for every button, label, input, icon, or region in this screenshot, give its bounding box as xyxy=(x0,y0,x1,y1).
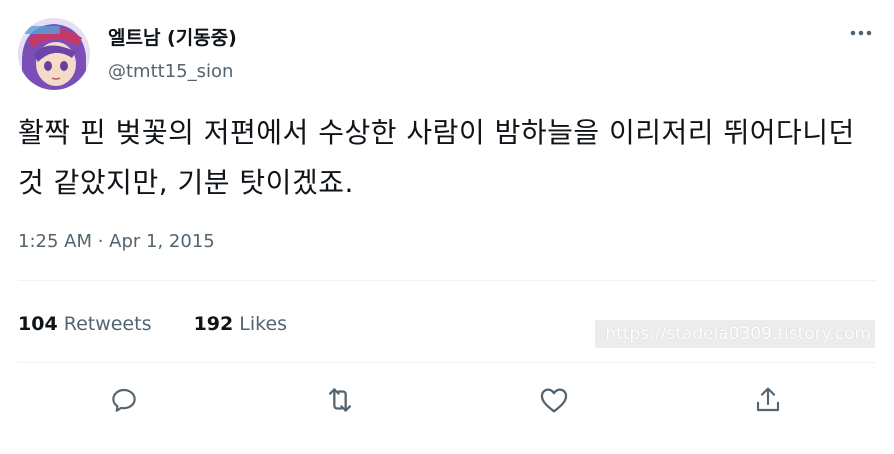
like-icon xyxy=(540,388,568,413)
tweet-timestamp[interactable]: 1:25 AM · Apr 1, 2015 xyxy=(18,230,215,254)
share-button[interactable] xyxy=(750,382,786,418)
display-name[interactable]: 엘트남 (기동중) xyxy=(108,26,237,50)
retweets-stat[interactable]: 104 Retweets xyxy=(18,313,158,335)
avatar[interactable] xyxy=(18,18,90,90)
more-options-icon[interactable] xyxy=(846,22,878,44)
divider xyxy=(18,280,876,281)
tweet-text: 활짝 핀 벚꽃의 저편에서 수상한 사람이 밤하늘을 이리저리 뛰어다니던 것 … xyxy=(18,116,855,199)
retweets-count: 104 xyxy=(18,313,58,335)
likes-label: Likes xyxy=(239,313,288,335)
like-button[interactable] xyxy=(536,382,572,418)
likes-count: 192 xyxy=(193,313,234,335)
watermark-text: https://stadela0309.tistory.com xyxy=(595,320,875,348)
reply-button[interactable] xyxy=(106,382,142,418)
reply-icon xyxy=(112,388,136,412)
retweets-label: Retweets xyxy=(63,313,152,335)
share-icon xyxy=(756,387,780,412)
likes-stat[interactable]: 192 Likes xyxy=(194,313,288,335)
user-handle[interactable]: @tmtt15_sion xyxy=(108,60,233,84)
divider xyxy=(18,362,876,363)
tweet-stats: 104 Retweets 192 Likes xyxy=(18,312,287,336)
retweet-icon xyxy=(328,388,352,412)
retweet-button[interactable] xyxy=(322,382,358,418)
avatar-image xyxy=(18,18,90,90)
